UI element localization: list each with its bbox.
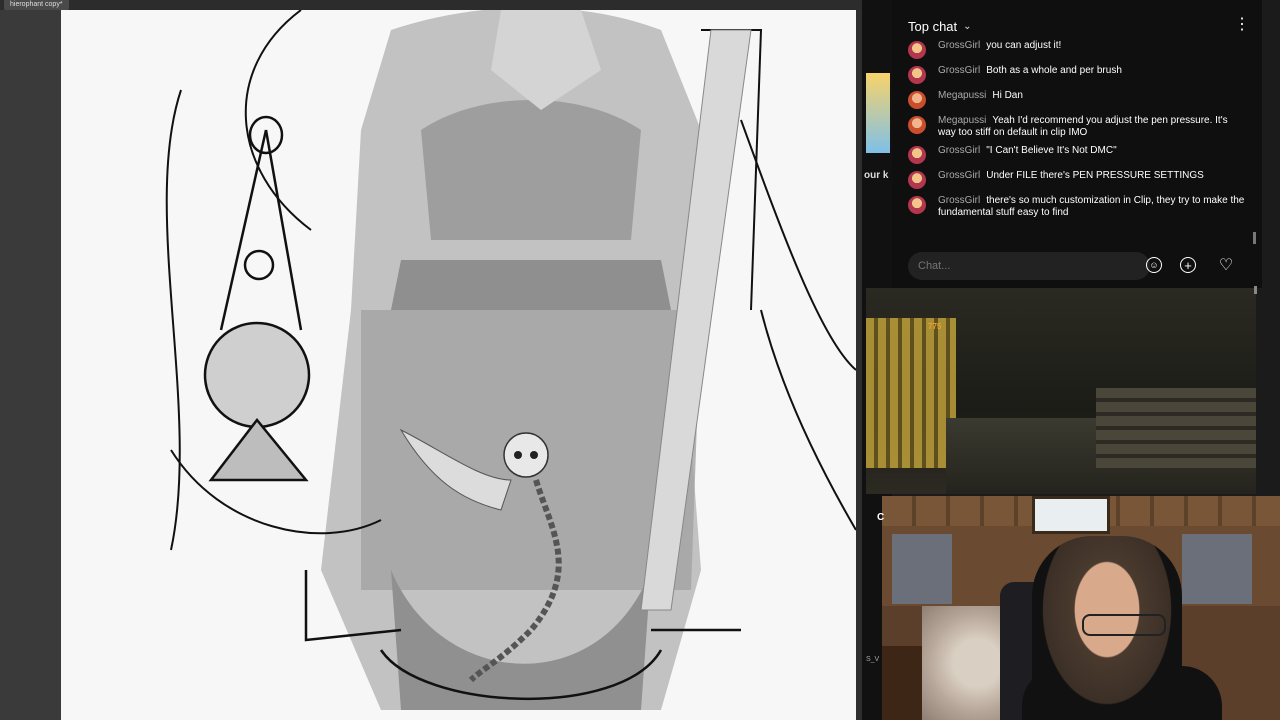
chat-mode-selector[interactable]: Top chat ⌄ [908,14,972,38]
message-text: Under FILE there's PEN PRESSURE SETTINGS [986,170,1204,181]
drawing-app: hierophant copy* [0,0,862,720]
kebab-menu-icon[interactable]: ⋮ [1234,14,1250,34]
avatar[interactable] [908,116,926,134]
message-author[interactable]: Megapussi [938,115,986,126]
plus-circle-icon[interactable]: + [1180,257,1196,273]
avatar[interactable] [908,66,926,84]
message-text: there's so much customization in Clip, t… [938,195,1245,218]
avatar[interactable] [908,196,926,214]
glasses [1082,614,1166,636]
message-author[interactable]: GrossGirl [938,40,980,51]
cabin-window [1032,496,1110,534]
message-author[interactable]: GrossGirl [938,195,980,206]
artwork-sketch [165,10,856,710]
chat-input-row: ☺ + ♡ [908,252,1256,280]
game-stairs [1096,388,1256,468]
partial-side-label: our k [864,170,889,181]
message-text: you can adjust it! [986,40,1062,51]
chat-message: Megapussi Hi Dan [908,90,1248,109]
chat-scrollbar[interactable] [1253,232,1256,244]
partial-side-small: S_V [866,656,880,663]
drawing-canvas[interactable] [61,10,856,720]
message-text: "I Can't Believe It's Not DMC" [986,145,1117,156]
live-chat-panel: Top chat ⌄ ⋮ GrossGirl you can adjust it!… [892,0,1262,288]
avatar[interactable] [908,91,926,109]
message-text: Hi Dan [992,90,1023,101]
message-text: Both as a whole and per brush [986,65,1122,76]
side-scrollbar[interactable] [1254,286,1257,294]
document-tab[interactable]: hierophant copy* [4,0,69,10]
chat-message: GrossGirl Both as a whole and per brush [908,65,1248,84]
chat-message: Megapussi Yeah I'd recommend you adjust t… [908,115,1248,139]
chat-message-list: GrossGirl you can adjust it! GrossGirl Bot… [908,40,1248,240]
avatar[interactable] [908,41,926,59]
chat-message: GrossGirl you can adjust it! [908,40,1248,59]
chevron-down-icon: ⌄ [963,20,972,32]
partial-thumbnail [866,73,890,153]
chat-message: GrossGirl "I Can't Believe It's Not DMC" [908,145,1248,164]
message-author[interactable]: Megapussi [938,90,986,101]
curtain-left [892,534,952,604]
partial-side-letter: C [877,512,885,523]
game-wall [866,318,956,468]
game-hud-counter: 775 [928,322,942,331]
curtain-right [1182,534,1252,604]
game-capture: 775 [866,288,1256,494]
chat-message: GrossGirl there's so much customization i… [908,195,1248,219]
chat-message: GrossGirl Under FILE there's PEN PRESSURE… [908,170,1248,189]
avatar[interactable] [908,146,926,164]
chat-input[interactable] [908,252,1150,280]
message-author[interactable]: GrossGirl [938,65,980,76]
emoji-icon[interactable]: ☺ [1146,257,1162,273]
message-author[interactable]: GrossGirl [938,145,980,156]
message-author[interactable]: GrossGirl [938,170,980,181]
chat-header-title: Top chat [908,18,958,34]
app-top-strip [0,0,862,10]
webcam-feed [882,496,1280,720]
avatar[interactable] [908,171,926,189]
heart-icon[interactable]: ♡ [1216,255,1236,275]
